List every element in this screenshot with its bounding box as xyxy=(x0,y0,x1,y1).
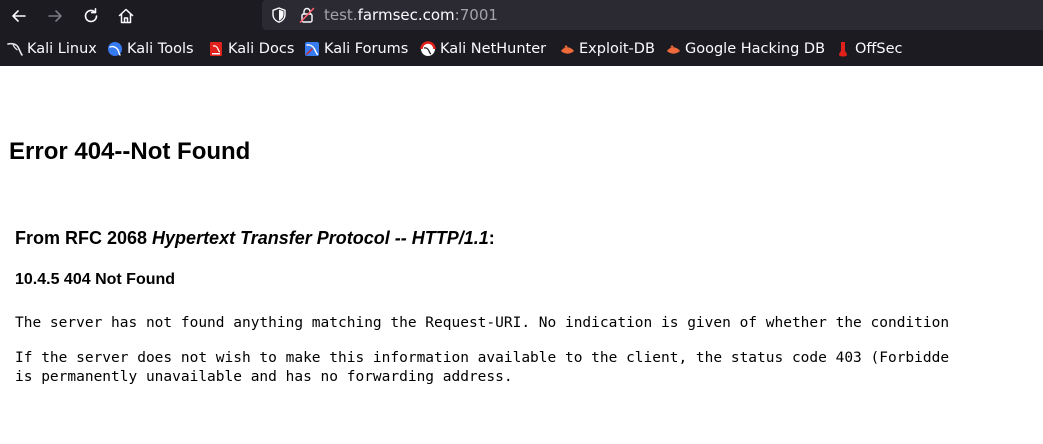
paragraph-forbidden-line-2: is permanently unavailable and has no fo… xyxy=(15,369,513,385)
url-text[interactable]: test.farmsec.com:7001 xyxy=(324,5,498,25)
back-button[interactable] xyxy=(7,4,31,28)
paragraph-not-found: The server has not found anything matchi… xyxy=(15,315,950,331)
kali-dragon-icon xyxy=(7,42,23,56)
bookmark-kali-tools[interactable]: Kali Tools xyxy=(107,37,194,61)
rfc-heading-suffix: : xyxy=(488,228,495,248)
bookmark-google-hacking-db[interactable]: Google Hacking DB xyxy=(665,37,825,61)
browser-chrome: test.farmsec.com:7001 Kali Linux Kali To… xyxy=(0,0,1043,66)
ghdb-icon xyxy=(667,45,680,54)
kali-forums-icon xyxy=(305,42,319,56)
kali-tools-icon xyxy=(108,42,122,56)
reload-icon xyxy=(84,8,98,23)
bookmark-label: Kali Forums xyxy=(324,41,409,57)
back-arrow-icon xyxy=(12,10,26,22)
bookmark-label: Kali Linux xyxy=(27,41,97,57)
bookmark-label: Kali NetHunter xyxy=(440,41,547,57)
bookmark-exploit-db[interactable]: Exploit-DB xyxy=(559,37,655,61)
error-heading: Error 404--Not Found xyxy=(9,138,251,165)
paragraph-forbidden-line-1: If the server does not wish to make this… xyxy=(15,350,950,366)
navigation-toolbar: test.farmsec.com:7001 xyxy=(0,0,1043,32)
kali-docs-icon xyxy=(210,42,222,56)
bookmark-kali-nethunter[interactable]: Kali NetHunter xyxy=(420,37,546,61)
url-port: :7001 xyxy=(454,6,498,24)
exploit-db-icon xyxy=(561,45,574,54)
bookmark-label: OffSec xyxy=(855,41,903,57)
forward-arrow-icon xyxy=(48,10,62,22)
url-host: farmsec.com xyxy=(357,6,455,24)
insecure-lock-icon[interactable] xyxy=(298,6,316,24)
bookmark-kali-docs[interactable]: Kali Docs xyxy=(208,37,294,61)
bookmark-label: Google Hacking DB xyxy=(685,41,826,57)
page-content: Error 404--Not Found From RFC 2068 Hyper… xyxy=(0,66,1043,444)
rfc-heading-title: Hypertext Transfer Protocol -- HTTP/1.1 xyxy=(152,228,489,248)
rfc-heading-prefix: From RFC 2068 xyxy=(15,228,153,248)
kali-nethunter-icon xyxy=(420,41,436,56)
home-button[interactable] xyxy=(114,4,138,28)
home-icon xyxy=(118,8,134,24)
address-bar[interactable]: test.farmsec.com:7001 xyxy=(262,0,1043,30)
bookmark-offsec[interactable]: OffSec xyxy=(835,37,903,61)
bookmark-label: Kali Docs xyxy=(228,41,295,57)
bookmark-kali-forums[interactable]: Kali Forums xyxy=(304,37,408,61)
bookmark-kali-linux[interactable]: Kali Linux xyxy=(7,37,97,61)
bookmark-label: Exploit-DB xyxy=(579,41,655,57)
reload-button[interactable] xyxy=(79,4,103,28)
section-heading: 10.4.5 404 Not Found xyxy=(15,271,176,288)
url-subdomain: test. xyxy=(324,6,358,24)
shield-icon xyxy=(272,7,286,23)
bookmark-label: Kali Tools xyxy=(127,41,194,57)
rfc-heading: From RFC 2068 Hypertext Transfer Protoco… xyxy=(15,226,495,250)
bookmarks-toolbar: Kali Linux Kali Tools Kali Docs Kali For… xyxy=(0,37,1043,63)
forward-button[interactable] xyxy=(43,4,67,28)
offsec-icon xyxy=(839,42,847,57)
